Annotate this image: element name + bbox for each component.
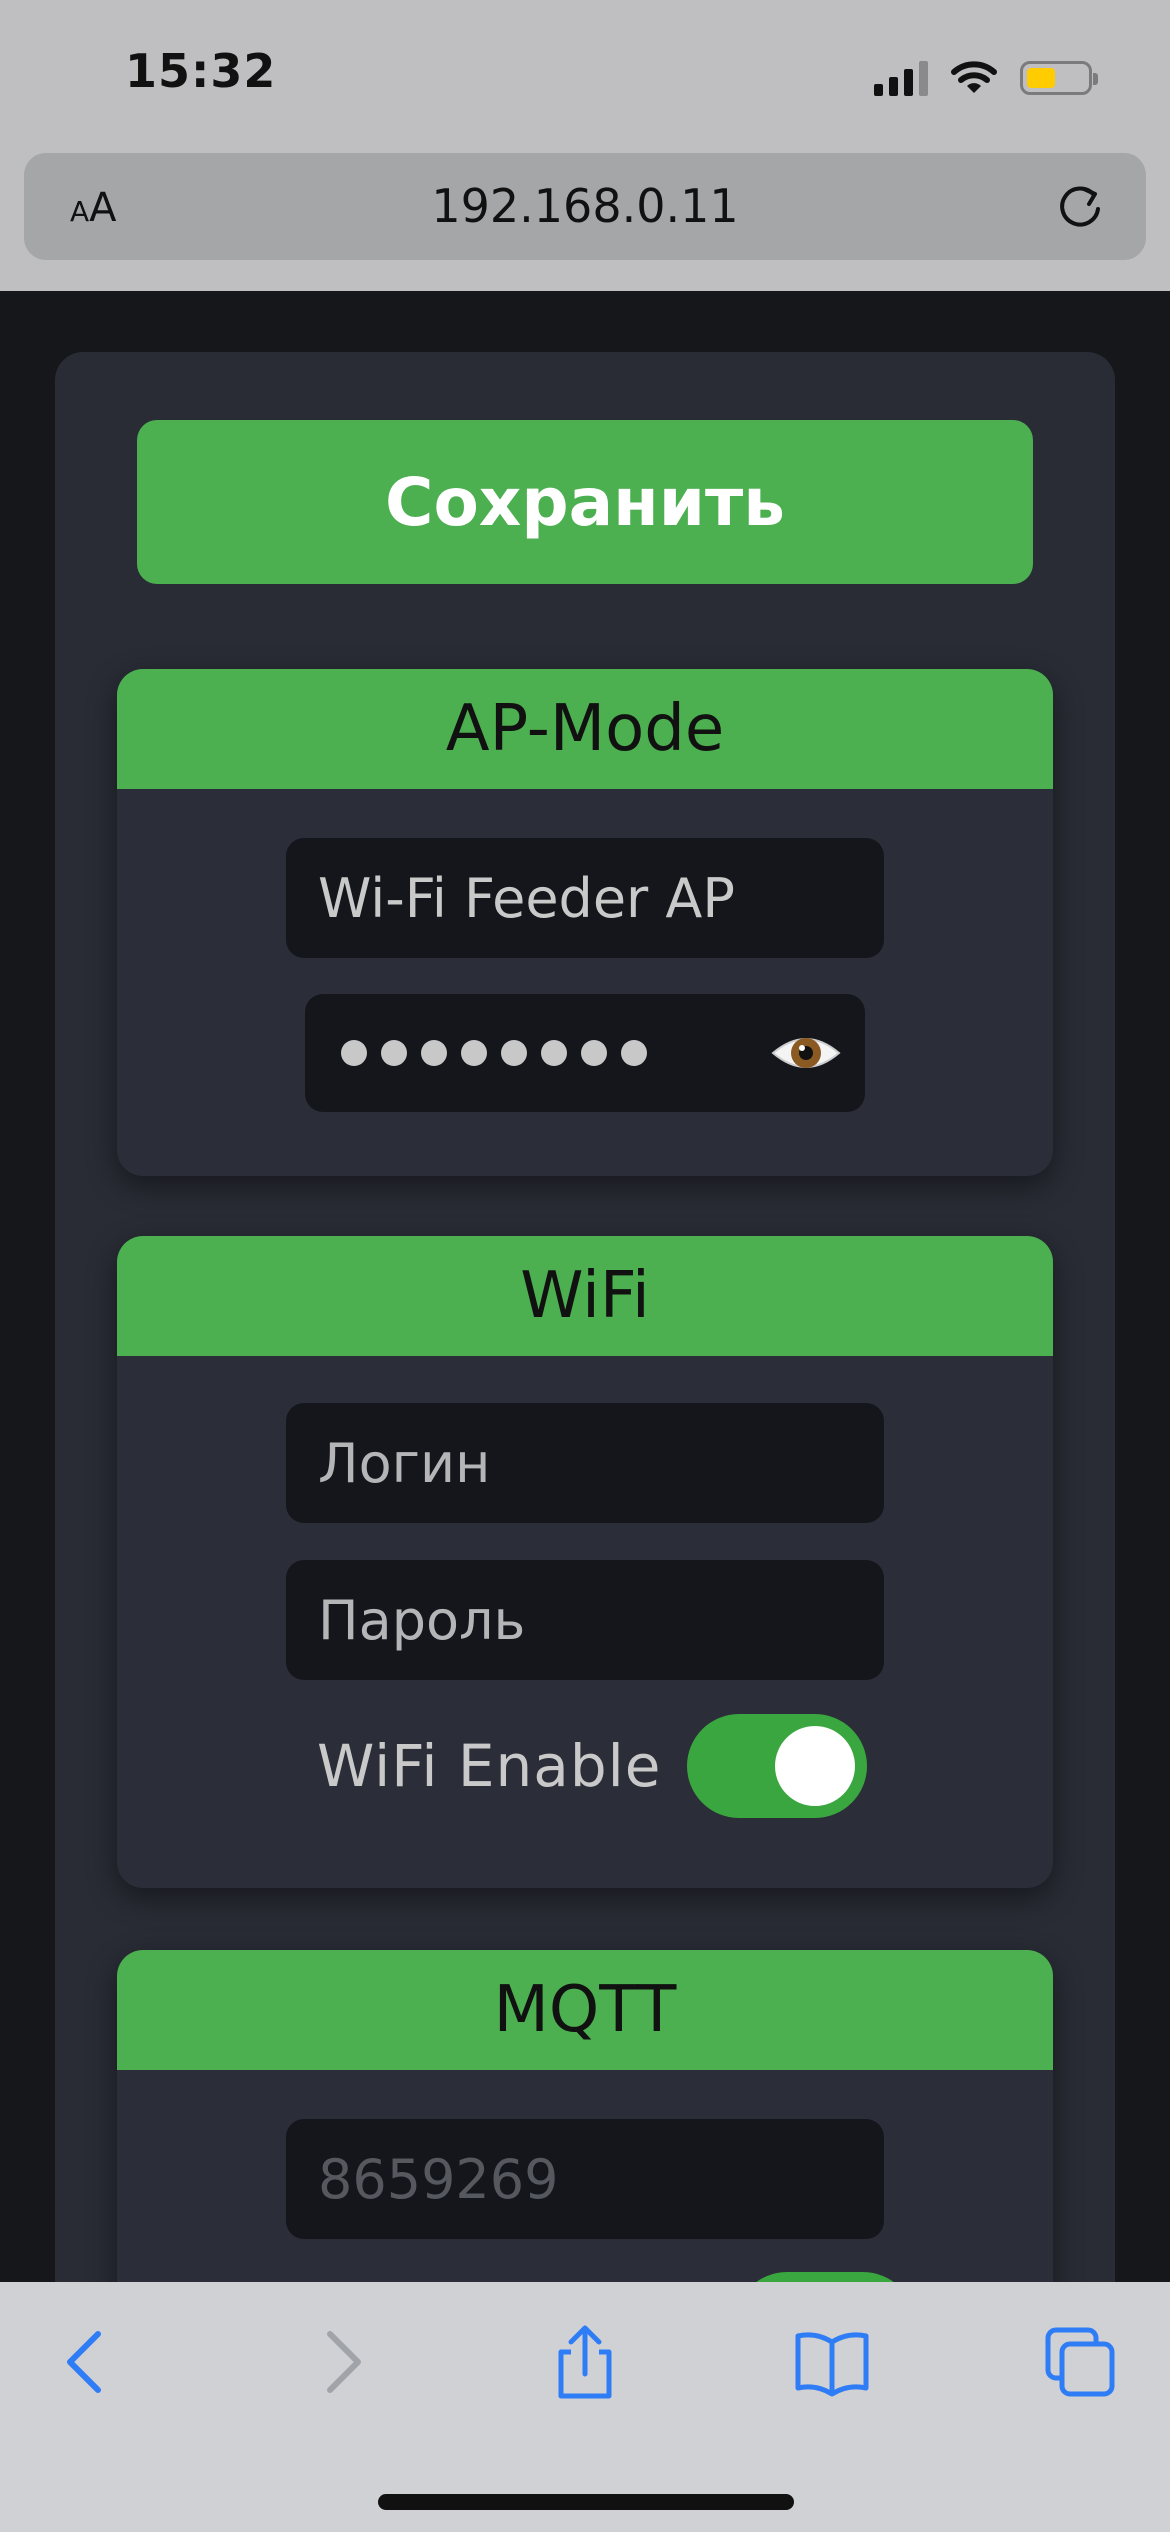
wifi-login-field[interactable]: Логин bbox=[286, 1403, 884, 1523]
ap-mode-section: AP-Mode Wi-Fi Feeder AP bbox=[117, 669, 1053, 1176]
password-mask bbox=[337, 1040, 647, 1066]
browser-toolbar bbox=[0, 2282, 1170, 2532]
address-bar[interactable]: AA 192.168.0.11 bbox=[24, 153, 1146, 260]
battery-icon bbox=[1020, 61, 1098, 95]
home-indicator[interactable] bbox=[378, 2494, 794, 2510]
eye-icon[interactable] bbox=[769, 1023, 843, 1083]
wifi-icon bbox=[951, 61, 997, 93]
mqtt-title: MQTT bbox=[117, 1950, 1053, 2070]
status-time: 15:32 bbox=[125, 44, 277, 98]
share-icon[interactable] bbox=[545, 2322, 625, 2402]
bookmarks-icon[interactable] bbox=[792, 2322, 872, 2402]
status-icons bbox=[874, 58, 1098, 98]
tabs-icon[interactable] bbox=[1040, 2322, 1120, 2402]
settings-card: Сохранить AP-Mode Wi-Fi Feeder AP WiFi Л… bbox=[55, 352, 1115, 2532]
cellular-signal-icon bbox=[874, 60, 928, 96]
ap-ssid-field[interactable]: Wi-Fi Feeder AP bbox=[286, 838, 884, 958]
wifi-enable-row: WiFi Enable bbox=[317, 1714, 868, 1818]
reload-icon[interactable] bbox=[1054, 181, 1106, 233]
wifi-section: WiFi Логин Пароль WiFi Enable bbox=[117, 1236, 1053, 1888]
ap-mode-title: AP-Mode bbox=[117, 669, 1053, 789]
back-icon[interactable] bbox=[48, 2322, 128, 2402]
wifi-enable-toggle[interactable] bbox=[687, 1714, 868, 1818]
ap-password-field[interactable] bbox=[305, 994, 865, 1112]
url-text[interactable]: 192.168.0.11 bbox=[24, 179, 1146, 233]
wifi-password-field[interactable]: Пароль bbox=[286, 1560, 884, 1680]
browser-top-chrome: 15:32 AA 192.168.0.11 bbox=[0, 0, 1170, 291]
save-button[interactable]: Сохранить bbox=[137, 420, 1033, 584]
forward-icon[interactable] bbox=[300, 2322, 380, 2402]
wifi-enable-label: WiFi Enable bbox=[317, 1732, 662, 1800]
mqtt-field[interactable]: 8659269 bbox=[286, 2119, 884, 2239]
wifi-title: WiFi bbox=[117, 1236, 1053, 1356]
